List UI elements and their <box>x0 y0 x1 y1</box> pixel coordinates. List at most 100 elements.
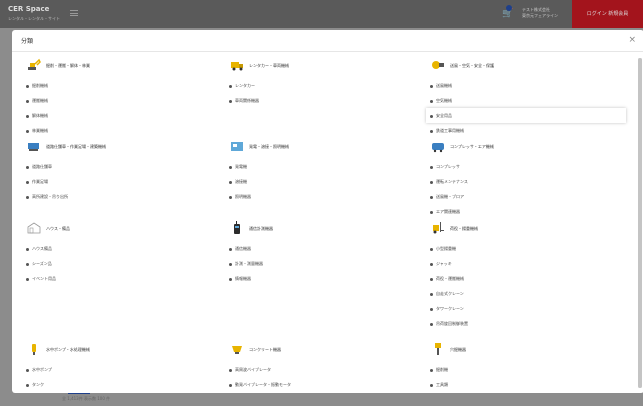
category-item[interactable]: 動発バイブレータ・振動モータ <box>227 377 427 392</box>
category-item[interactable]: 高所建設・吊り出所 <box>24 189 224 204</box>
generator-icon <box>231 142 243 151</box>
category-group-header[interactable]: 通信計測機器 <box>227 221 427 241</box>
category-item[interactable]: 掘削機械 <box>24 78 224 93</box>
category-item[interactable]: 吊荷旋回制御装置 <box>428 316 628 331</box>
category-item[interactable]: 作業足場 <box>24 174 224 189</box>
modal-scrollbar[interactable] <box>638 58 642 388</box>
category-group-label: 発電・溶接・照明機械 <box>249 144 289 149</box>
category-item[interactable]: 解体機械 <box>24 108 224 123</box>
category-group: 発電・溶接・照明機械 発電機 溶接機 照明機器 <box>227 139 427 204</box>
category-group-header[interactable]: 送風・空気・安全・保護 <box>428 58 628 78</box>
category-item[interactable]: 道路仕舗車 <box>24 159 224 174</box>
category-group-header[interactable]: 荷役・揚重機械 <box>428 221 628 241</box>
excavator-icon <box>28 58 41 70</box>
category-item[interactable]: レンタカー <box>227 78 427 93</box>
category-item[interactable]: 車両関係機器 <box>227 93 427 108</box>
category-group-label: 水中ポンプ・水処理機械 <box>46 347 90 352</box>
category-group-label: 穴掘機器 <box>450 347 466 352</box>
category-group-header[interactable]: コンクリート機器 <box>227 342 427 362</box>
brand-subtitle: レンタル・レンタル・サイト <box>8 16 60 21</box>
category-group: 荷役・揚重機械 小型揚重機 ジャッキ 荷役・運搬機械 自走式クレーン タワークレ… <box>428 221 628 331</box>
category-group: 水中ポンプ・水処理機械 水中ポンプ タンク <box>24 342 224 392</box>
cart-badge <box>506 5 512 11</box>
category-group: 穴掘機器 掘削機 工具類 <box>428 342 628 392</box>
category-item[interactable]: 照明機器 <box>227 189 427 204</box>
drill-icon <box>435 343 441 355</box>
app-header: CER Space レンタル・レンタル・サイト 🛒 テスト株式会社 東京元フェア… <box>0 0 643 28</box>
hamburger-menu-icon[interactable] <box>70 10 78 16</box>
category-item[interactable]: 溶接機 <box>227 174 427 189</box>
category-item[interactable]: 鉄道工事用機械 <box>428 123 628 138</box>
category-group-header[interactable]: 発電・溶接・照明機械 <box>227 139 427 159</box>
login-button[interactable]: ログイン 新規会員 <box>572 0 643 28</box>
category-group: コンプレッサ・エア機械 コンプレッサ 運転メンテナンス 送風機・ブロア エア関連… <box>428 139 628 219</box>
truck-icon <box>231 62 243 71</box>
category-item[interactable]: 通信機器 <box>227 241 427 256</box>
category-item[interactable]: 小型揚重機 <box>428 241 628 256</box>
category-group-header[interactable]: 道路仕舗車・作業足場・建築機械 <box>24 139 224 159</box>
category-group-label: ハウス・備品 <box>46 226 70 231</box>
category-modal: 分類 × 掘削・運搬・解体・林業 掘削機械 運搬機械 解体機械 林業機械 道路仕… <box>12 30 643 393</box>
category-item[interactable]: 送風機・ブロア <box>428 189 628 204</box>
category-item[interactable]: 情報機器 <box>227 271 427 286</box>
cart-icon[interactable]: 🛒 <box>502 5 513 19</box>
category-item[interactable]: 運転メンテナンス <box>428 174 628 189</box>
category-group-header[interactable]: 穴掘機器 <box>428 342 628 362</box>
category-group-header[interactable]: 掘削・運搬・解体・林業 <box>24 58 224 78</box>
category-item[interactable]: 高周波バイブレータ <box>227 362 427 377</box>
category-item[interactable]: 林業機械 <box>24 123 224 138</box>
brand-name: CER Space <box>8 5 50 13</box>
category-group: 道路仕舗車・作業足場・建築機械 道路仕舗車 作業足場 高所建設・吊り出所 <box>24 139 224 204</box>
category-group-header[interactable]: ハウス・備品 <box>24 221 224 241</box>
category-item[interactable]: イベント用品 <box>24 271 224 286</box>
scrollbar-thumb[interactable] <box>638 58 642 388</box>
result-count: 全 1,413件 表示数 100 件 <box>62 396 111 401</box>
category-item[interactable]: タワークレーン <box>428 301 628 316</box>
category-item-highlighted[interactable]: 安全用品 <box>426 108 626 123</box>
modal-title: 分類 <box>21 38 34 45</box>
concrete-mixer-icon <box>232 346 242 354</box>
category-item[interactable]: 発電機 <box>227 159 427 174</box>
company-dept: 東京元フェアライン <box>522 13 558 18</box>
category-group-label: 荷役・揚重機械 <box>450 226 478 231</box>
radio-icon <box>234 221 240 234</box>
category-item[interactable]: シーズン品 <box>24 256 224 271</box>
category-group-header[interactable]: 水中ポンプ・水処理機械 <box>24 342 224 362</box>
category-group-label: 送風・空気・安全・保護 <box>450 63 494 68</box>
paver-icon <box>28 143 39 151</box>
category-group-label: コンクリート機器 <box>249 347 281 352</box>
category-group: コンクリート機器 高周波バイブレータ 動発バイブレータ・振動モータ <box>227 342 427 392</box>
category-item[interactable]: タンク <box>24 377 224 392</box>
category-item[interactable]: 空気機械 <box>428 93 628 108</box>
compressor-icon <box>432 143 444 153</box>
category-item[interactable]: 運搬機械 <box>24 93 224 108</box>
forklift-icon <box>433 222 444 234</box>
category-item[interactable]: 計測・測量機器 <box>227 256 427 271</box>
category-item[interactable]: ジャッキ <box>428 256 628 271</box>
category-list: 掘削・運搬・解体・林業 掘削機械 運搬機械 解体機械 林業機械 道路仕舗車・作業… <box>12 53 630 393</box>
category-group: レンタカー・車両機械 レンタカー 車両関係機器 <box>227 58 427 108</box>
category-item[interactable]: コンプレッサ <box>428 159 628 174</box>
category-group-label: 掘削・運搬・解体・林業 <box>46 63 90 68</box>
category-item[interactable]: 掘削機 <box>428 362 628 377</box>
brand-logo[interactable]: CER Space レンタル・レンタル・サイト <box>8 6 60 22</box>
category-group: ハウス・備品 ハウス備品 シーズン品 イベント用品 <box>24 221 224 286</box>
category-item[interactable]: エア関連機器 <box>428 204 628 219</box>
category-group-label: 道路仕舗車・作業足場・建築機械 <box>46 144 106 149</box>
category-group-header[interactable]: コンプレッサ・エア機械 <box>428 139 628 159</box>
category-item[interactable]: 送風機械 <box>428 78 628 93</box>
category-item[interactable]: 荷役・運搬機械 <box>428 271 628 286</box>
category-item[interactable]: 水中ポンプ <box>24 362 224 377</box>
category-item[interactable]: ハウス備品 <box>24 241 224 256</box>
prefab-house-icon <box>27 222 41 234</box>
category-item[interactable]: 工具類 <box>428 377 628 392</box>
category-group-label: 通信計測機器 <box>249 226 273 231</box>
modal-header: 分類 × <box>12 30 643 52</box>
water-pump-icon <box>32 344 36 355</box>
close-icon[interactable]: × <box>628 34 636 46</box>
category-group-label: コンプレッサ・エア機械 <box>450 144 494 149</box>
category-group: 掘削・運搬・解体・林業 掘削機械 運搬機械 解体機械 林業機械 <box>24 58 224 138</box>
category-group: 通信計測機器 通信機器 計測・測量機器 情報機器 <box>227 221 427 286</box>
category-item[interactable]: 自走式クレーン <box>428 286 628 301</box>
category-group-header[interactable]: レンタカー・車両機械 <box>227 58 427 78</box>
